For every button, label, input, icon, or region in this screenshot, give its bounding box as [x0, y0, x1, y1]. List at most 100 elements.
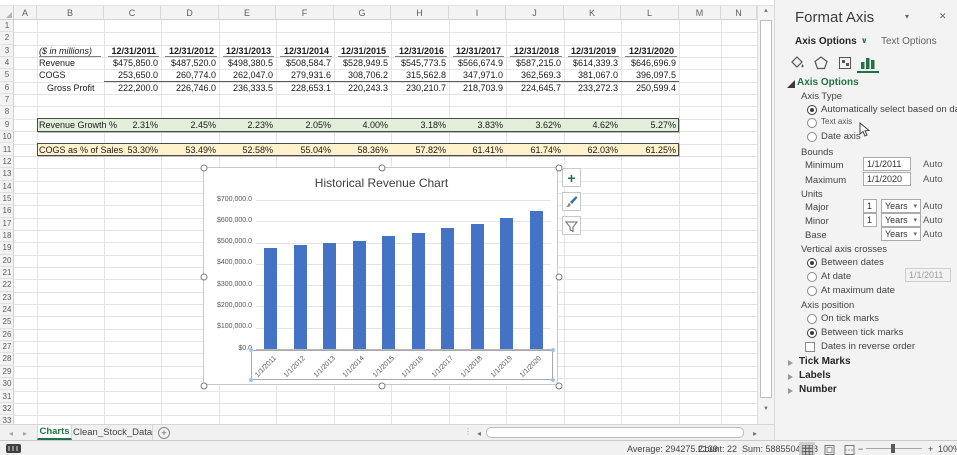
cell-value[interactable]: $487,520.0: [161, 57, 219, 69]
tab-text-options[interactable]: Text Options: [881, 36, 937, 47]
cell-ratio-value[interactable]: 61.41%: [449, 144, 506, 156]
minor-value-input[interactable]: 1: [863, 213, 877, 227]
cell-date-header[interactable]: 12/31/2014: [280, 45, 332, 57]
row-header-8[interactable]: 8: [0, 106, 14, 118]
view-page-layout-button[interactable]: [821, 442, 837, 455]
chart-selection-handle[interactable]: [556, 274, 563, 281]
zoom-slider-thumb[interactable]: [891, 444, 895, 453]
cell-ratio-value[interactable]: 62.03%: [564, 144, 621, 156]
column-header-L[interactable]: L: [621, 6, 679, 20]
row-header-2[interactable]: 2: [0, 32, 14, 44]
close-icon[interactable]: ✕: [939, 11, 947, 22]
row-header-21[interactable]: 21: [0, 267, 14, 279]
vertical-scrollbar[interactable]: ▲ ▼: [757, 6, 774, 424]
column-header-D[interactable]: D: [161, 6, 219, 20]
row-header-28[interactable]: 28: [0, 353, 14, 365]
minor-unit-dropdown[interactable]: Years ▾: [881, 213, 921, 227]
sheet-nav-left-icon[interactable]: ◂: [6, 429, 16, 438]
chart-selection-handle[interactable]: [378, 165, 385, 172]
chart-bar[interactable]: [530, 211, 543, 349]
row-header-16[interactable]: 16: [0, 205, 14, 217]
cell-line-item-label[interactable]: Gross Profit: [47, 82, 112, 94]
row-header-11[interactable]: 11: [0, 144, 14, 156]
cell-value[interactable]: $475,850.0: [104, 57, 161, 69]
horizontal-scroll-thumb[interactable]: [486, 427, 744, 438]
zoom-out-button[interactable]: −: [858, 442, 863, 455]
row-header-18[interactable]: 18: [0, 230, 14, 242]
cell-ratio-value[interactable]: 57.82%: [391, 144, 449, 156]
row-header-19[interactable]: 19: [0, 242, 14, 254]
macro-record-icon[interactable]: [6, 444, 21, 453]
cell-unit-note[interactable]: ($ in millions): [39, 45, 101, 57]
cell-value[interactable]: $566,674.9: [449, 57, 506, 69]
radio-on-tick-marks[interactable]: [807, 314, 817, 324]
radio-date-axis-label[interactable]: Date axis: [821, 131, 861, 142]
radio-at-date-label[interactable]: At date: [821, 271, 851, 282]
column-header-G[interactable]: G: [334, 6, 391, 20]
cell-ratio-value[interactable]: 4.00%: [334, 119, 391, 131]
row-header-29[interactable]: 29: [0, 366, 14, 378]
cell-value[interactable]: 230,210.7: [391, 82, 449, 94]
radio-between-dates-label[interactable]: Between dates: [821, 257, 884, 268]
row-header-12[interactable]: 12: [0, 156, 14, 168]
hscroll-left-icon[interactable]: ◂: [474, 429, 484, 438]
cell-value[interactable]: 226,746.0: [161, 82, 219, 94]
row-header-24[interactable]: 24: [0, 304, 14, 316]
size-properties-icon[interactable]: [837, 55, 853, 71]
cell-date-header[interactable]: 12/31/2018: [510, 45, 562, 57]
cell-ratio-value[interactable]: 61.25%: [621, 144, 679, 156]
chart-filters-button[interactable]: [562, 216, 581, 235]
section-tick-marks[interactable]: Tick Marks: [799, 356, 851, 367]
column-header-A[interactable]: A: [14, 6, 37, 20]
row-header-27[interactable]: 27: [0, 341, 14, 353]
row-header-20[interactable]: 20: [0, 255, 14, 267]
scroll-down-icon[interactable]: ▼: [758, 406, 774, 412]
row-header-17[interactable]: 17: [0, 218, 14, 230]
cell-ratio-value[interactable]: 3.18%: [391, 119, 449, 131]
cell-date-header[interactable]: 12/31/2015: [338, 45, 389, 57]
radio-text-axis[interactable]: [807, 118, 817, 128]
revenue-chart[interactable]: Historical Revenue Chart$0.0$100,000.0$2…: [203, 167, 558, 385]
scroll-up-icon[interactable]: ▲: [758, 8, 774, 14]
row-header-25[interactable]: 25: [0, 316, 14, 328]
chart-bar[interactable]: [353, 241, 366, 349]
radio-date-axis[interactable]: [807, 132, 817, 142]
cell-ratio-value[interactable]: 58.36%: [334, 144, 391, 156]
radio-between-tick-marks-label[interactable]: Between tick marks: [821, 327, 903, 338]
row-header-4[interactable]: 4: [0, 57, 14, 69]
major-auto-button[interactable]: Auto: [923, 201, 943, 212]
cell-value[interactable]: 236,333.5: [219, 82, 276, 94]
minimum-auto-button[interactable]: Auto: [923, 159, 943, 170]
maximum-input[interactable]: 1/1/2020: [863, 172, 911, 186]
checkbox-dates-reverse-label[interactable]: Dates in reverse order: [821, 341, 915, 352]
row-header-33[interactable]: 33: [0, 415, 14, 424]
row-header-9[interactable]: 9: [0, 119, 14, 131]
fill-line-icon[interactable]: [789, 55, 805, 71]
section-labels[interactable]: Labels: [799, 370, 831, 381]
column-header-N[interactable]: N: [721, 6, 757, 20]
cell-ratio-value[interactable]: 52.58%: [219, 144, 276, 156]
select-all-corner[interactable]: [0, 6, 14, 20]
row-header-30[interactable]: 30: [0, 378, 14, 390]
row-header-1[interactable]: 1: [0, 20, 14, 32]
cell-ratio-value[interactable]: 53.49%: [161, 144, 219, 156]
cell-value[interactable]: 218,703.9: [449, 82, 506, 94]
radio-at-maximum-date-label[interactable]: At maximum date: [821, 285, 895, 296]
cell-date-header[interactable]: 12/31/2017: [453, 45, 504, 57]
base-unit-dropdown[interactable]: Years ▾: [881, 227, 921, 241]
chart-bar[interactable]: [323, 243, 336, 349]
column-header-C[interactable]: C: [104, 6, 161, 20]
column-header-E[interactable]: E: [219, 6, 276, 20]
cell-ratio-value[interactable]: 53.30%: [104, 144, 161, 156]
minor-auto-button[interactable]: Auto: [923, 215, 943, 226]
cell-ratio-value[interactable]: 2.23%: [219, 119, 276, 131]
new-sheet-button[interactable]: +: [158, 427, 170, 439]
cell-line-item-label[interactable]: COGS: [39, 69, 104, 81]
column-header-B[interactable]: B: [37, 6, 104, 20]
cell-value[interactable]: 220,243.3: [334, 82, 391, 94]
minimum-input[interactable]: 1/1/2011: [863, 157, 911, 171]
section-number[interactable]: Number: [799, 384, 837, 395]
column-header-I[interactable]: I: [449, 6, 506, 20]
row-header-32[interactable]: 32: [0, 403, 14, 415]
column-header-F[interactable]: F: [276, 6, 334, 20]
